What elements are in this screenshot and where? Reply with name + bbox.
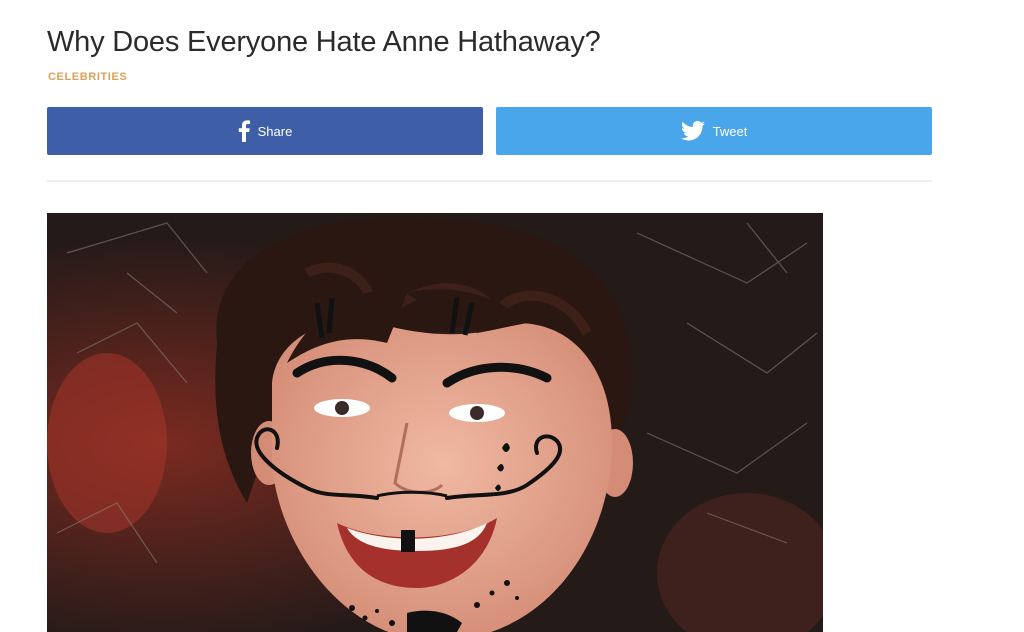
twitter-tweet-label: Tweet [712,123,748,139]
twitter-tweet-button[interactable]: Tweet [496,107,932,155]
portrait-illustration [47,213,823,632]
article-page: Why Does Everyone Hate Anne Hathaway? CE… [0,0,1024,632]
hero-image [47,213,823,632]
facebook-icon [238,120,250,142]
article-title: Why Does Everyone Hate Anne Hathaway? [47,26,601,58]
blacked-out-tooth [401,530,415,552]
facebook-share-button[interactable]: Share [47,107,483,155]
twitter-bird-icon [680,121,705,141]
facebook-share-label: Share [257,123,293,139]
category-link[interactable]: CELEBRITIES [48,71,127,83]
divider [47,180,932,182]
